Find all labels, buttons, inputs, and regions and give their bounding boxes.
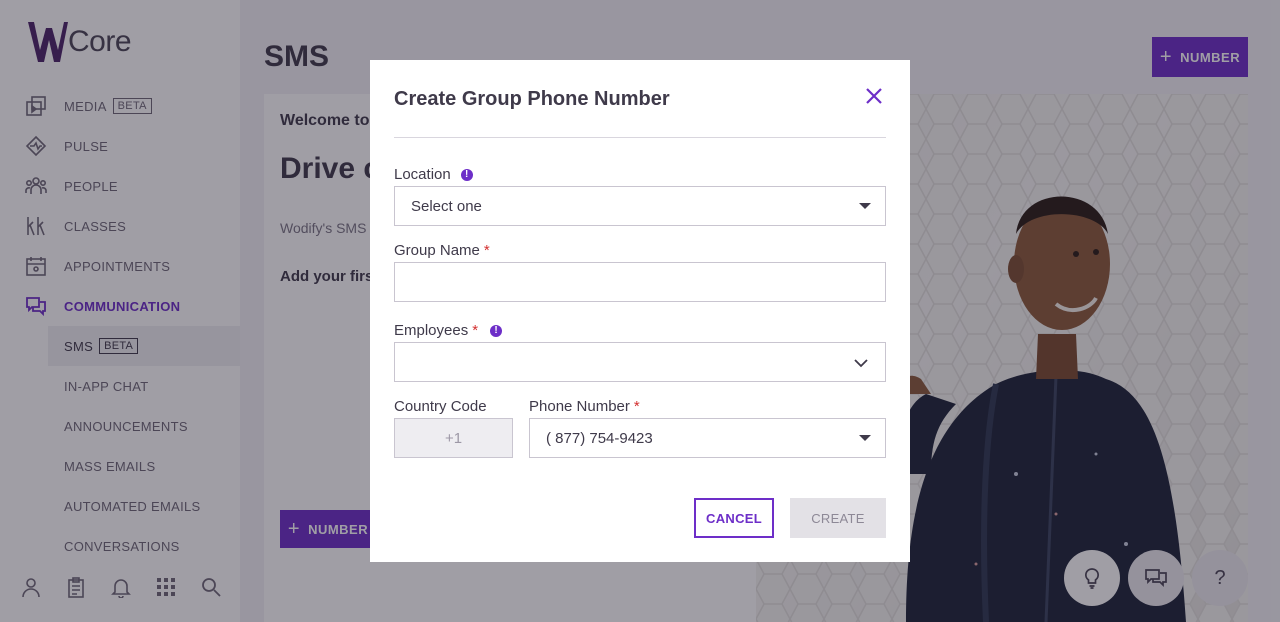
info-icon[interactable]: ! [490, 324, 503, 337]
required-marker: * [472, 322, 479, 339]
dialog-title: Create Group Phone Number [394, 88, 670, 110]
phone-number-value: ( 877) 754-9423 [546, 429, 653, 447]
location-label-row: Location ! [394, 166, 473, 183]
employees-label-row: Employees * ! [394, 322, 503, 339]
country-code-field: +1 [394, 418, 513, 458]
caret-down-icon [859, 203, 871, 209]
close-dialog-button[interactable] [862, 84, 886, 108]
location-select-value: Select one [411, 197, 482, 215]
group-name-label-row: Group Name * [394, 242, 490, 259]
required-marker: * [633, 398, 640, 415]
employees-multiselect[interactable] [394, 342, 886, 382]
chevron-down-icon [854, 359, 868, 368]
country-code-label: Country Code [394, 398, 487, 415]
cancel-button[interactable]: CANCEL [694, 498, 774, 538]
group-name-label: Group Name [394, 242, 480, 259]
phone-number-label-row: Phone Number * [529, 398, 640, 415]
phone-number-label: Phone Number [529, 398, 630, 415]
phone-number-select[interactable]: ( 877) 754-9423 [529, 418, 886, 458]
info-icon[interactable]: ! [460, 168, 473, 181]
create-group-phone-number-dialog: Create Group Phone Number Location ! Sel… [370, 60, 910, 562]
create-button[interactable]: CREATE [790, 498, 886, 538]
close-icon [866, 88, 882, 104]
employees-label: Employees [394, 322, 469, 339]
caret-down-icon [859, 435, 871, 441]
dialog-divider [394, 137, 886, 138]
location-label: Location [394, 166, 451, 183]
country-code-label-row: Country Code [394, 398, 487, 415]
required-marker: * [483, 242, 490, 259]
group-name-input[interactable] [394, 262, 886, 302]
location-select[interactable]: Select one [394, 186, 886, 226]
country-code-value: +1 [444, 429, 463, 447]
